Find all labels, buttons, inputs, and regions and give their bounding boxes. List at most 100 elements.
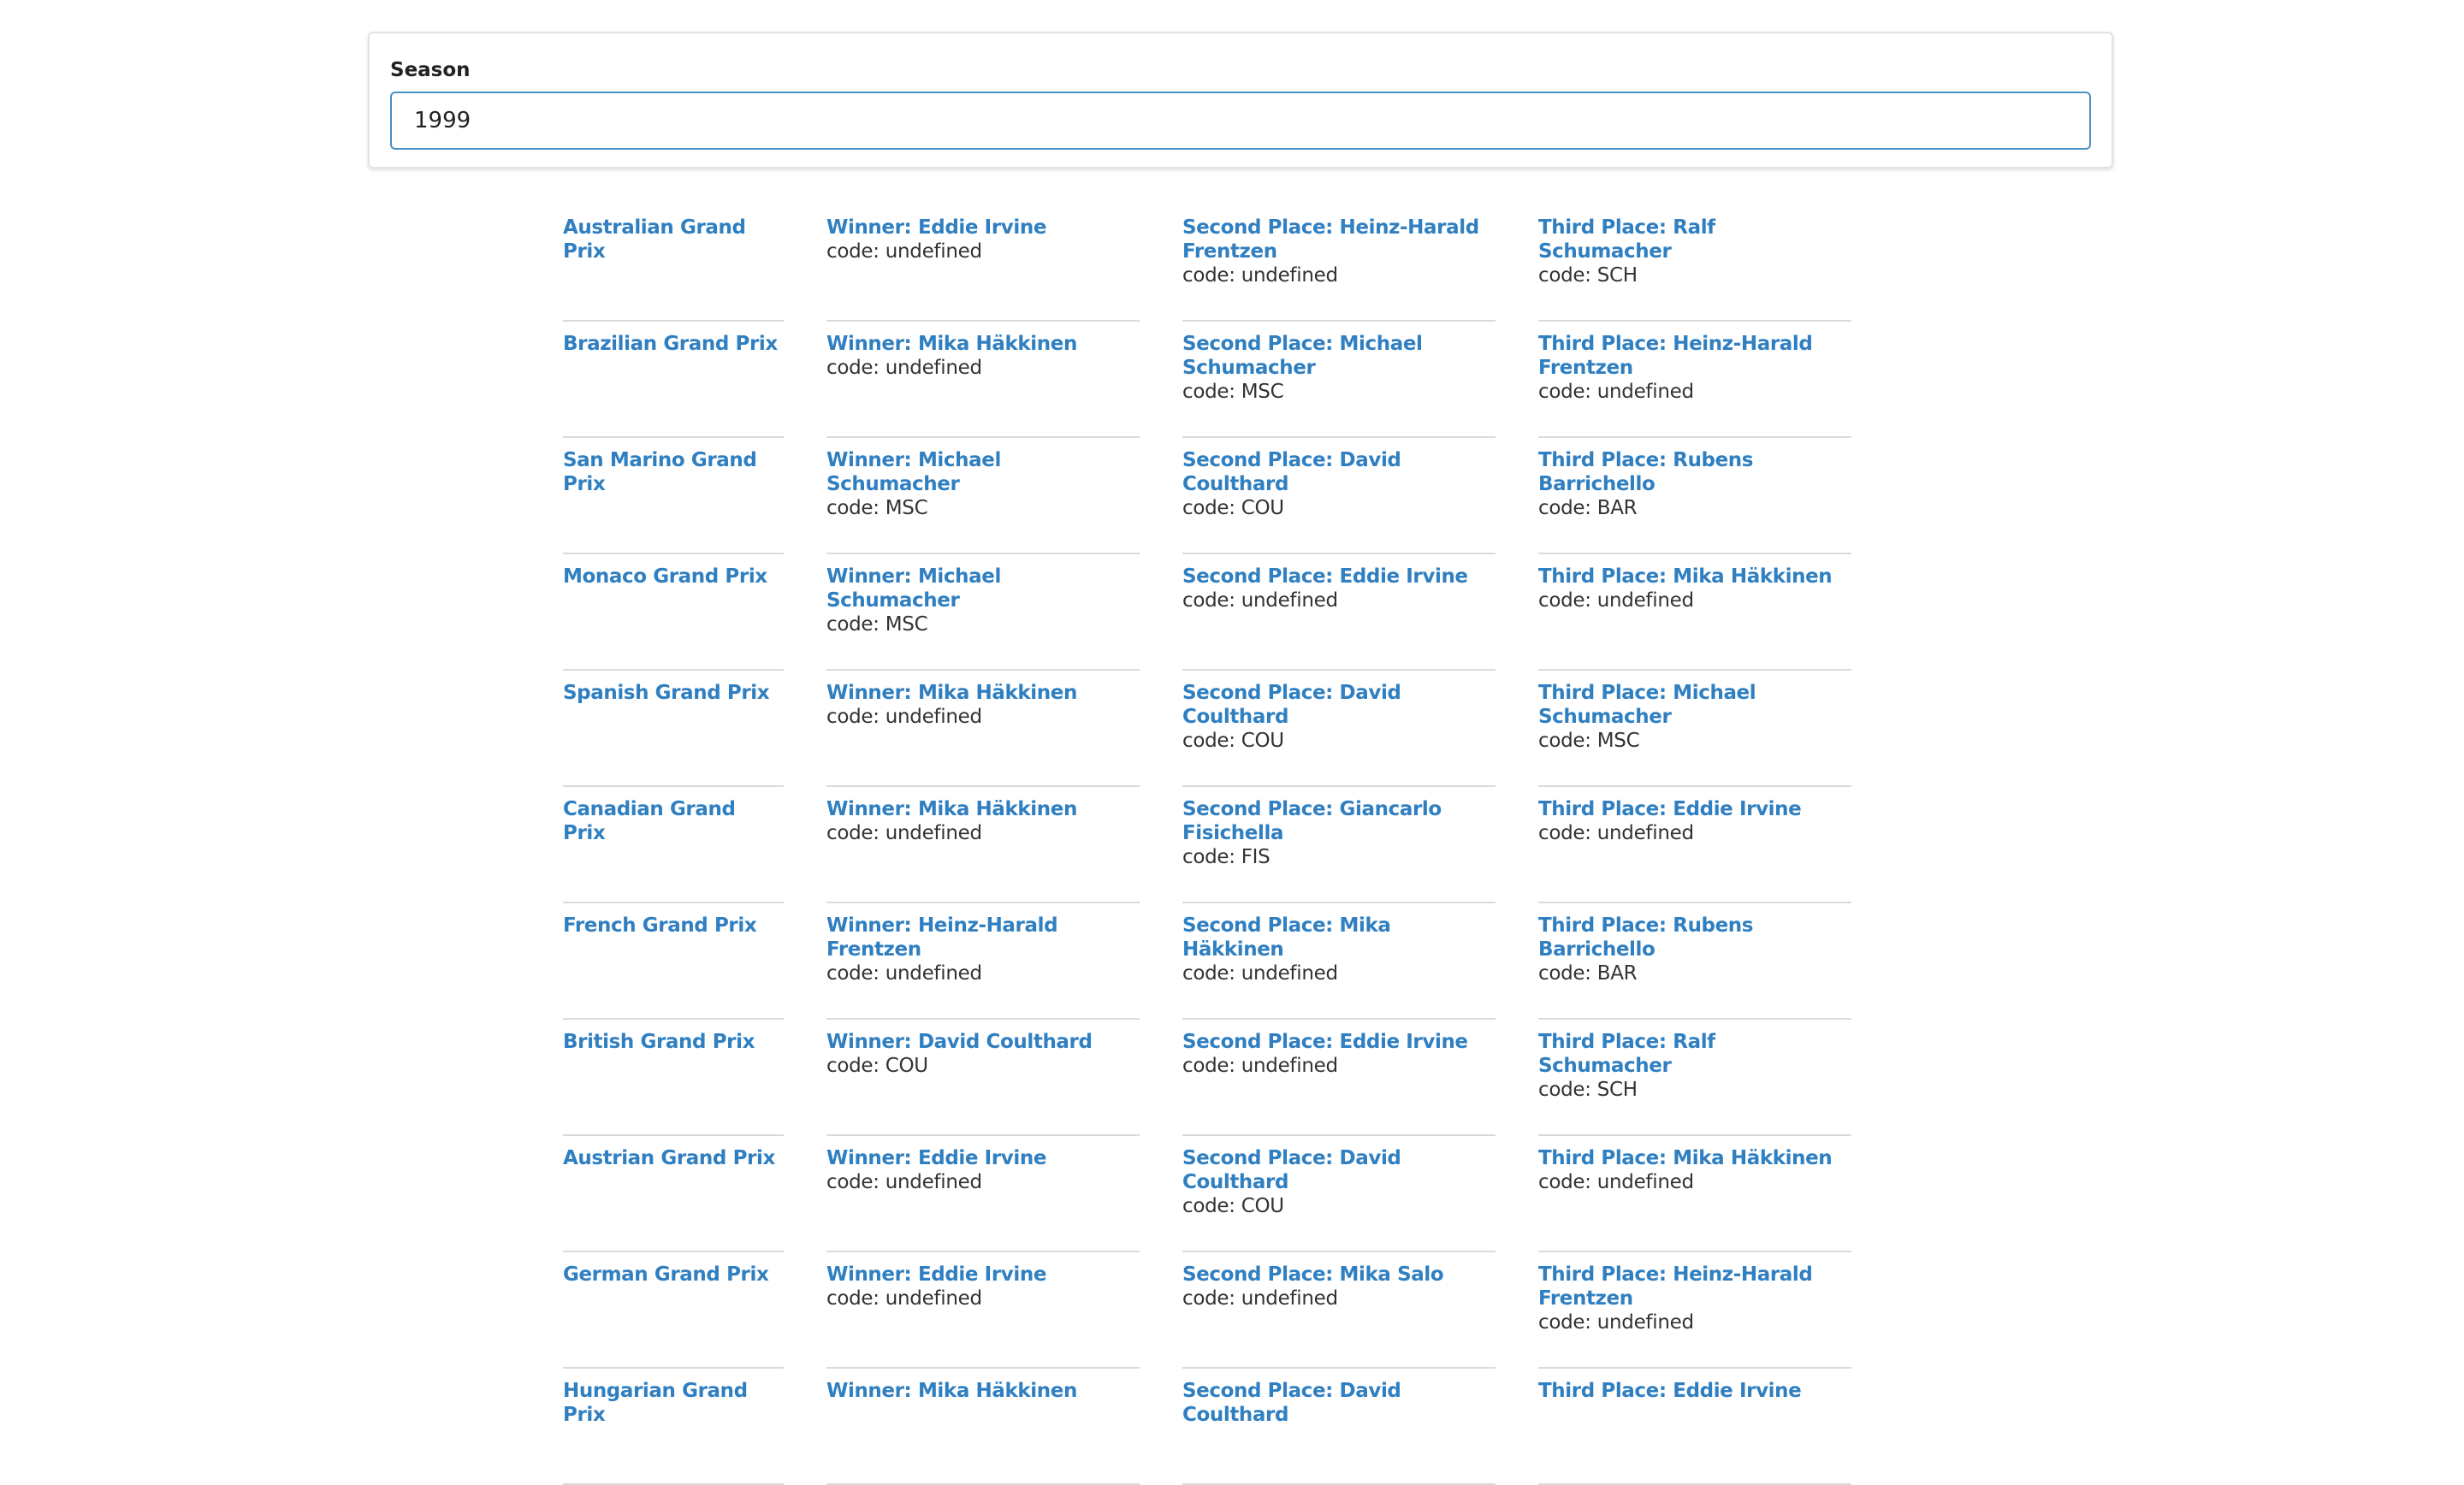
third-place-cell: Third Place: Heinz-Harald Frentzen code: … (1538, 332, 1851, 438)
race-link[interactable]: Australian Grand Prix (563, 216, 784, 263)
third-place-cell: Third Place: Eddie Irvine (1538, 1379, 1851, 1485)
second-place-link[interactable]: Second Place: Giancarlo Fisichella (1182, 797, 1496, 845)
race-link[interactable]: Hungarian Grand Prix (563, 1379, 784, 1427)
race-link[interactable]: San Marino Grand Prix (563, 448, 784, 496)
race-row: Canadian Grand Prix Winner: Mika Häkkinen… (563, 787, 1853, 903)
winner-code: code: undefined (826, 1287, 982, 1310)
second-place-cell: Second Place: Mika Häkkinen code: undefin… (1182, 914, 1496, 1020)
third-place-code: code: MSC (1538, 730, 1640, 752)
race-link[interactable]: Spanish Grand Prix (563, 681, 784, 705)
winner-link[interactable]: Winner: Eddie Irvine (826, 1263, 1140, 1287)
third-place-code: code: undefined (1538, 381, 1694, 403)
winner-cell: Winner: Michael Schumacher code: MSC (826, 565, 1140, 671)
second-place-code: code: COU (1182, 497, 1284, 519)
winner-cell: Winner: Mika Häkkinen code: undefined (826, 797, 1140, 903)
race-row: Monaco Grand Prix Winner: Michael Schumac… (563, 554, 1853, 671)
winner-link[interactable]: Winner: Mika Häkkinen (826, 332, 1140, 356)
second-place-cell: Second Place: David Coulthard code: COU (1182, 448, 1496, 554)
second-place-cell: Second Place: Eddie Irvine code: undefine… (1182, 1030, 1496, 1136)
winner-code: code: COU (826, 1055, 928, 1077)
third-place-code: code: BAR (1538, 497, 1638, 519)
winner-cell: Winner: Michael Schumacher code: MSC (826, 448, 1140, 554)
winner-link[interactable]: Winner: Heinz-Harald Frentzen (826, 914, 1140, 961)
third-place-cell: Third Place: Eddie Irvine code: undefined (1538, 797, 1851, 903)
second-place-code: code: undefined (1182, 264, 1338, 287)
second-place-link[interactable]: Second Place: Mika Salo (1182, 1263, 1496, 1287)
second-place-link[interactable]: Second Place: David Coulthard (1182, 1379, 1496, 1427)
third-place-cell: Third Place: Michael Schumacher code: MSC (1538, 681, 1851, 787)
season-input[interactable] (390, 92, 2091, 150)
second-place-cell: Second Place: Heinz-Harald Frentzen code:… (1182, 216, 1496, 322)
race-cell: Brazilian Grand Prix (563, 332, 784, 438)
third-place-code: code: undefined (1538, 822, 1694, 844)
third-place-code: code: undefined (1538, 589, 1694, 612)
race-link[interactable]: Monaco Grand Prix (563, 565, 784, 589)
third-place-link[interactable]: Third Place: Heinz-Harald Frentzen (1538, 1263, 1851, 1310)
third-place-link[interactable]: Third Place: Heinz-Harald Frentzen (1538, 332, 1851, 380)
winner-code: code: undefined (826, 357, 982, 379)
second-place-code: code: undefined (1182, 1287, 1338, 1310)
second-place-link[interactable]: Second Place: Michael Schumacher (1182, 332, 1496, 380)
race-link[interactable]: French Grand Prix (563, 914, 784, 938)
third-place-link[interactable]: Third Place: Rubens Barrichello (1538, 448, 1851, 496)
winner-cell: Winner: Mika Häkkinen (826, 1379, 1140, 1485)
winner-cell: Winner: Eddie Irvine code: undefined (826, 216, 1140, 322)
third-place-cell: Third Place: Ralf Schumacher code: SCH (1538, 216, 1851, 322)
third-place-link[interactable]: Third Place: Eddie Irvine (1538, 797, 1851, 821)
race-cell: Spanish Grand Prix (563, 681, 784, 787)
third-place-link[interactable]: Third Place: Mika Häkkinen (1538, 565, 1851, 589)
second-place-code: code: undefined (1182, 1055, 1338, 1077)
winner-cell: Winner: David Coulthard code: COU (826, 1030, 1140, 1136)
race-link[interactable]: Brazilian Grand Prix (563, 332, 784, 356)
winner-link[interactable]: Winner: Mika Häkkinen (826, 1379, 1140, 1403)
winner-code: code: undefined (826, 1171, 982, 1193)
second-place-link[interactable]: Second Place: David Coulthard (1182, 681, 1496, 729)
winner-cell: Winner: Eddie Irvine code: undefined (826, 1263, 1140, 1369)
winner-code: code: MSC (826, 613, 928, 636)
race-row: German Grand Prix Winner: Eddie Irvine cod… (563, 1252, 1853, 1369)
third-place-link[interactable]: Third Place: Mika Häkkinen (1538, 1146, 1851, 1170)
second-place-link[interactable]: Second Place: David Coulthard (1182, 448, 1496, 496)
winner-link[interactable]: Winner: Mika Häkkinen (826, 797, 1140, 821)
winner-link[interactable]: Winner: Michael Schumacher (826, 565, 1140, 612)
race-link[interactable]: Austrian Grand Prix (563, 1146, 784, 1170)
winner-link[interactable]: Winner: Eddie Irvine (826, 1146, 1140, 1170)
third-place-code: code: SCH (1538, 264, 1638, 287)
third-place-link[interactable]: Third Place: Ralf Schumacher (1538, 1030, 1851, 1078)
third-place-code: code: undefined (1538, 1171, 1694, 1193)
third-place-code: code: SCH (1538, 1079, 1638, 1101)
third-place-cell: Third Place: Rubens Barrichello code: BAR (1538, 914, 1851, 1020)
second-place-cell: Second Place: David Coulthard code: COU (1182, 681, 1496, 787)
winner-link[interactable]: Winner: David Coulthard (826, 1030, 1140, 1054)
race-cell: British Grand Prix (563, 1030, 784, 1136)
second-place-link[interactable]: Second Place: Mika Häkkinen (1182, 914, 1496, 961)
third-place-link[interactable]: Third Place: Ralf Schumacher (1538, 216, 1851, 263)
second-place-link[interactable]: Second Place: David Coulthard (1182, 1146, 1496, 1194)
second-place-link[interactable]: Second Place: Eddie Irvine (1182, 565, 1496, 589)
third-place-cell: Third Place: Mika Häkkinen code: undefine… (1538, 1146, 1851, 1252)
second-place-cell: Second Place: Giancarlo Fisichella code: … (1182, 797, 1496, 903)
second-place-link[interactable]: Second Place: Heinz-Harald Frentzen (1182, 216, 1496, 263)
second-place-code: code: MSC (1182, 381, 1284, 403)
winner-link[interactable]: Winner: Eddie Irvine (826, 216, 1140, 240)
winner-link[interactable]: Winner: Michael Schumacher (826, 448, 1140, 496)
third-place-code: code: BAR (1538, 962, 1638, 985)
season-filter-card: Season (368, 32, 2113, 169)
winner-link[interactable]: Winner: Mika Häkkinen (826, 681, 1140, 705)
race-cell: French Grand Prix (563, 914, 784, 1020)
race-cell: Monaco Grand Prix (563, 565, 784, 671)
third-place-link[interactable]: Third Place: Eddie Irvine (1538, 1379, 1851, 1403)
second-place-link[interactable]: Second Place: Eddie Irvine (1182, 1030, 1496, 1054)
winner-code: code: undefined (826, 240, 982, 263)
second-place-code: code: FIS (1182, 846, 1270, 868)
race-row: British Grand Prix Winner: David Coulthar… (563, 1020, 1853, 1136)
winner-code: code: undefined (826, 706, 982, 728)
race-link[interactable]: British Grand Prix (563, 1030, 784, 1054)
race-cell: German Grand Prix (563, 1263, 784, 1369)
second-place-cell: Second Place: David Coulthard (1182, 1379, 1496, 1485)
race-link[interactable]: German Grand Prix (563, 1263, 784, 1287)
third-place-link[interactable]: Third Place: Michael Schumacher (1538, 681, 1851, 729)
third-place-link[interactable]: Third Place: Rubens Barrichello (1538, 914, 1851, 961)
second-place-cell: Second Place: Eddie Irvine code: undefine… (1182, 565, 1496, 671)
race-link[interactable]: Canadian Grand Prix (563, 797, 784, 845)
